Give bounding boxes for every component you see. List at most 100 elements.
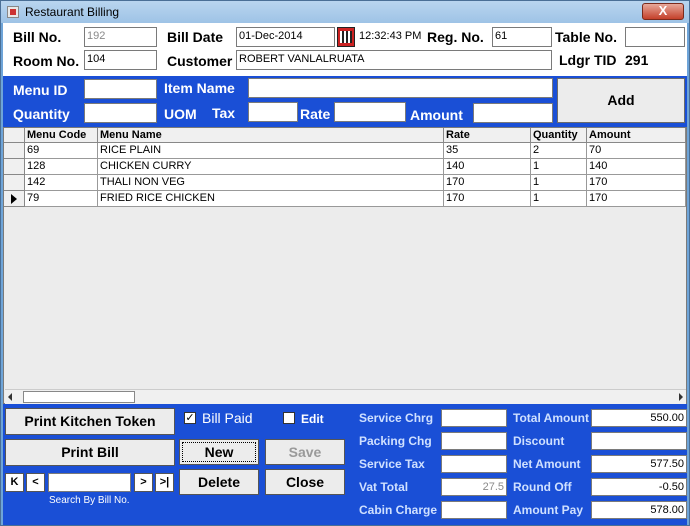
delete-button[interactable]: Delete: [179, 469, 259, 495]
amount-pay-field[interactable]: 578.00: [591, 501, 687, 519]
nav-next-button[interactable]: >: [134, 473, 153, 492]
tax-field[interactable]: [248, 102, 298, 122]
row-selector[interactable]: [4, 143, 25, 159]
save-button[interactable]: Save: [265, 439, 345, 465]
customer-field[interactable]: ROBERT VANLALRUATA: [236, 50, 552, 70]
row-selector[interactable]: [4, 175, 25, 191]
cell-menu-name[interactable]: FRIED RICE CHICKEN: [98, 191, 444, 207]
cell-quantity[interactable]: 1: [531, 191, 587, 207]
vat-total-field[interactable]: 27.5: [441, 478, 507, 496]
amount-pay-label: Amount Pay: [513, 503, 584, 517]
row-selector[interactable]: [4, 159, 25, 175]
table-no-field[interactable]: [625, 27, 685, 47]
customer-label: Customer: [167, 53, 233, 69]
scroll-right-icon[interactable]: [679, 393, 683, 401]
scroll-thumb[interactable]: [23, 391, 135, 403]
quantity-label: Quantity: [13, 106, 70, 122]
net-amount-label: Net Amount: [513, 457, 581, 471]
nav-last-button[interactable]: >|: [155, 473, 174, 492]
rate-label: Rate: [300, 106, 331, 122]
net-amount-field[interactable]: 577.50: [591, 455, 687, 473]
new-button[interactable]: New: [179, 439, 259, 465]
cell-quantity[interactable]: 1: [531, 175, 587, 191]
cell-amount[interactable]: 140: [587, 159, 686, 175]
service-chrg-field[interactable]: [441, 409, 507, 427]
bill-items-grid[interactable]: Menu Code Menu Name Rate Quantity Amount…: [3, 127, 687, 404]
nav-prev-button[interactable]: <: [26, 473, 45, 492]
table-no-label: Table No.: [555, 29, 617, 45]
cell-rate[interactable]: 170: [444, 175, 531, 191]
bill-paid-checkbox[interactable]: ✓: [184, 412, 196, 424]
cell-menu-code[interactable]: 69: [25, 143, 98, 159]
amount-label: Amount: [410, 107, 463, 123]
bill-no-field[interactable]: 192: [84, 27, 157, 47]
discount-field[interactable]: [591, 432, 687, 450]
bill-date-field[interactable]: 01-Dec-2014: [236, 27, 335, 47]
app-icon: [7, 6, 19, 18]
vat-total-label: Vat Total: [359, 480, 409, 494]
time-display: 12:32:43 PM: [359, 30, 422, 42]
cell-menu-name[interactable]: THALI NON VEG: [98, 175, 444, 191]
calendar-icon[interactable]: [337, 27, 355, 47]
total-amount-label: Total Amount: [513, 411, 589, 425]
horizontal-scrollbar[interactable]: [5, 389, 686, 404]
column-header-quantity[interactable]: Quantity: [531, 128, 587, 143]
service-tax-field[interactable]: [441, 455, 507, 473]
cell-menu-code[interactable]: 79: [25, 191, 98, 207]
round-off-label: Round Off: [513, 480, 572, 494]
cell-rate[interactable]: 140: [444, 159, 531, 175]
row-selector[interactable]: [4, 191, 25, 207]
column-header-amount[interactable]: Amount: [587, 128, 686, 143]
nav-first-button[interactable]: K: [5, 473, 24, 492]
item-name-label: Item Name: [164, 80, 235, 96]
bottom-panel: Print Kitchen Token Print Bill K < > >| …: [3, 404, 687, 525]
print-kitchen-token-button[interactable]: Print Kitchen Token: [5, 408, 175, 435]
current-row-arrow-icon: [11, 194, 17, 204]
cell-quantity[interactable]: 2: [531, 143, 587, 159]
packing-chg-label: Packing Chg: [359, 434, 432, 448]
bill-no-label: Bill No.: [13, 29, 62, 45]
cell-rate[interactable]: 35: [444, 143, 531, 159]
discount-label: Discount: [513, 434, 565, 448]
cabin-charge-label: Cabin Charge: [359, 503, 438, 517]
scroll-left-icon[interactable]: [8, 393, 12, 401]
amount-field[interactable]: [473, 103, 553, 123]
total-amount-field[interactable]: 550.00: [591, 409, 687, 427]
column-header-menu-name[interactable]: Menu Name: [98, 128, 444, 143]
cell-menu-code[interactable]: 128: [25, 159, 98, 175]
cell-quantity[interactable]: 1: [531, 159, 587, 175]
round-off-field[interactable]: -0.50: [591, 478, 687, 496]
column-header-rate[interactable]: Rate: [444, 128, 531, 143]
edit-label: Edit: [301, 412, 324, 426]
reg-no-label: Reg. No.: [427, 29, 484, 45]
reg-no-field[interactable]: 61: [492, 27, 552, 47]
packing-chg-field[interactable]: [441, 432, 507, 450]
cabin-charge-field[interactable]: [441, 501, 507, 519]
cell-menu-name[interactable]: CHICKEN CURRY: [98, 159, 444, 175]
rate-field[interactable]: [334, 102, 406, 122]
cell-amount[interactable]: 170: [587, 191, 686, 207]
quantity-field[interactable]: [84, 103, 157, 123]
item-name-field[interactable]: [248, 78, 553, 98]
cell-rate[interactable]: 170: [444, 191, 531, 207]
ledger-tid-label: Ldgr TID: [559, 52, 617, 68]
window-close-button[interactable]: X: [642, 3, 684, 20]
cell-amount[interactable]: 170: [587, 175, 686, 191]
window-title: Restaurant Billing: [25, 5, 120, 19]
search-caption: Search By Bill No.: [49, 495, 130, 506]
add-button[interactable]: Add: [557, 78, 685, 123]
edit-checkbox[interactable]: [283, 412, 295, 424]
print-bill-button[interactable]: Print Bill: [5, 439, 175, 466]
tax-label: Tax: [212, 105, 236, 121]
ledger-tid-value: 291: [625, 52, 649, 68]
search-bill-no-input[interactable]: [48, 473, 131, 492]
title-bar[interactable]: Restaurant Billing X: [1, 1, 689, 23]
menu-id-field[interactable]: [84, 79, 157, 99]
cell-menu-name[interactable]: RICE PLAIN: [98, 143, 444, 159]
cell-amount[interactable]: 70: [587, 143, 686, 159]
close-button[interactable]: Close: [265, 469, 345, 495]
cell-menu-code[interactable]: 142: [25, 175, 98, 191]
room-no-field[interactable]: 104: [84, 50, 157, 70]
service-tax-label: Service Tax: [359, 457, 425, 471]
column-header-menu-code[interactable]: Menu Code: [25, 128, 98, 143]
